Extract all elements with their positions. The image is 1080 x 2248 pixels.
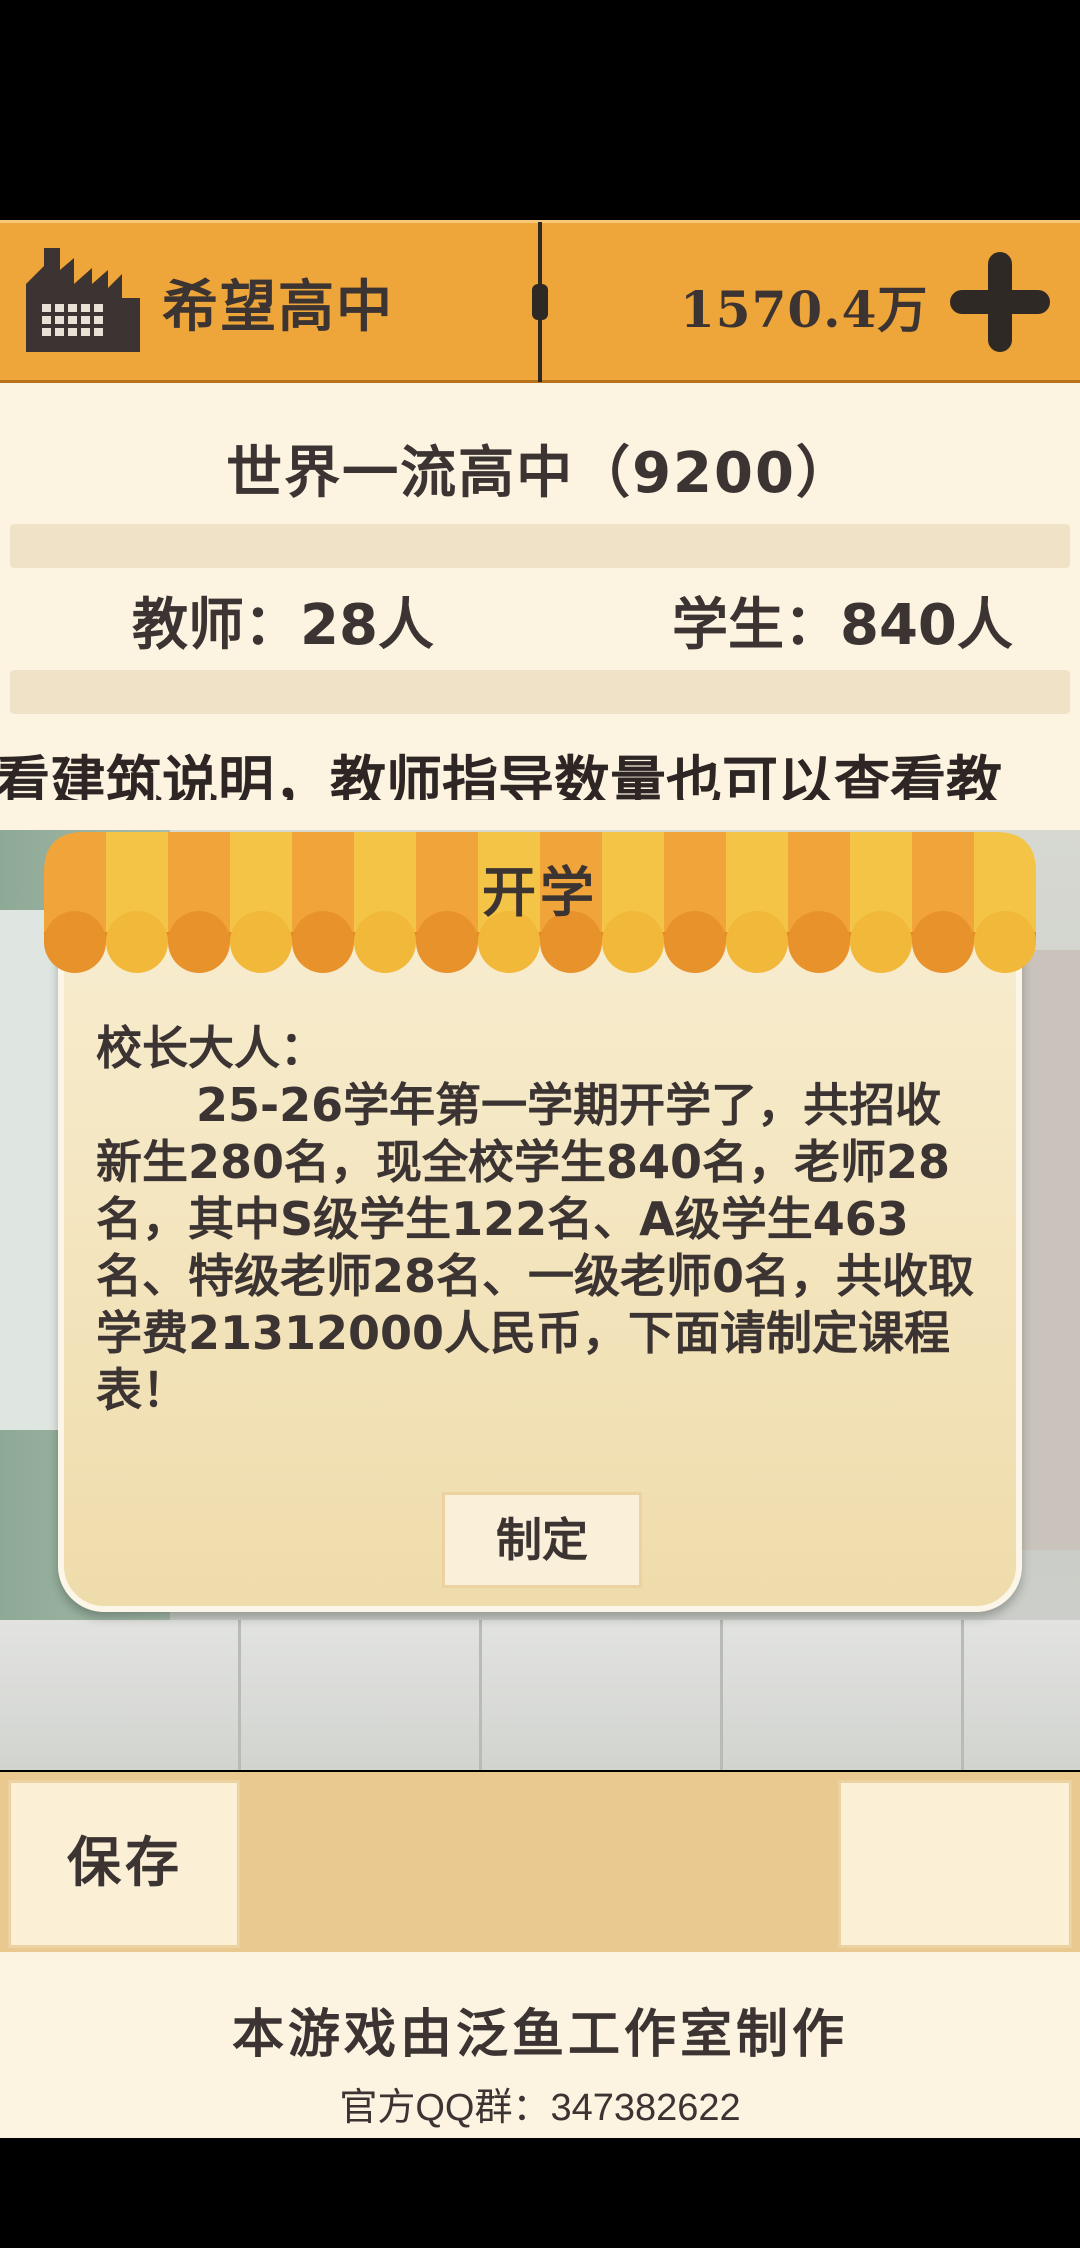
student-count: 学生：840人 (672, 593, 1013, 658)
school-name: 希望高中 (162, 275, 394, 340)
teacher-count: 教师：28人 (132, 593, 434, 658)
qq-group: 官方QQ群：347382622 (339, 2087, 741, 2129)
factory-building-icon (26, 248, 140, 352)
dialog-body-text: 25-26学年第一学期开学了，共招收新生280名，现全校学生840名，老师28名… (96, 1078, 975, 1417)
dialog-greeting: 校长大人： (96, 1021, 326, 1075)
set-schedule-button[interactable]: 制定 (442, 1492, 642, 1588)
dialog-message: 校长大人： 25-26学年第一学期开学了，共招收新生280名，现全校学生840名… (96, 1020, 976, 1419)
classroom-floor (0, 1620, 1080, 1770)
scrolling-tip-text: 看建筑说明，教师指导数量也可以查看教 (0, 751, 1002, 800)
studio-credit: 本游戏由泛鱼工作室制作 (231, 2005, 848, 2065)
school-start-dialog: 开学 校长大人： 25-26学年第一学期开学了，共招收新生280名，现全校学生8… (44, 832, 1036, 1622)
divider-band (10, 524, 1070, 568)
header-divider-knob (532, 284, 548, 320)
dialog-title: 开学 (482, 861, 598, 924)
save-button[interactable]: 保存 (8, 1780, 240, 1948)
divider-band (10, 670, 1070, 714)
bottom-right-button[interactable] (838, 1780, 1072, 1948)
scrolling-tip: 看建筑说明，教师指导数量也可以查看教 (0, 738, 1080, 800)
school-level: 世界一流高中（9200） (226, 441, 854, 506)
money-amount: 1570.4万 (680, 280, 929, 339)
plus-icon[interactable] (944, 246, 1056, 358)
